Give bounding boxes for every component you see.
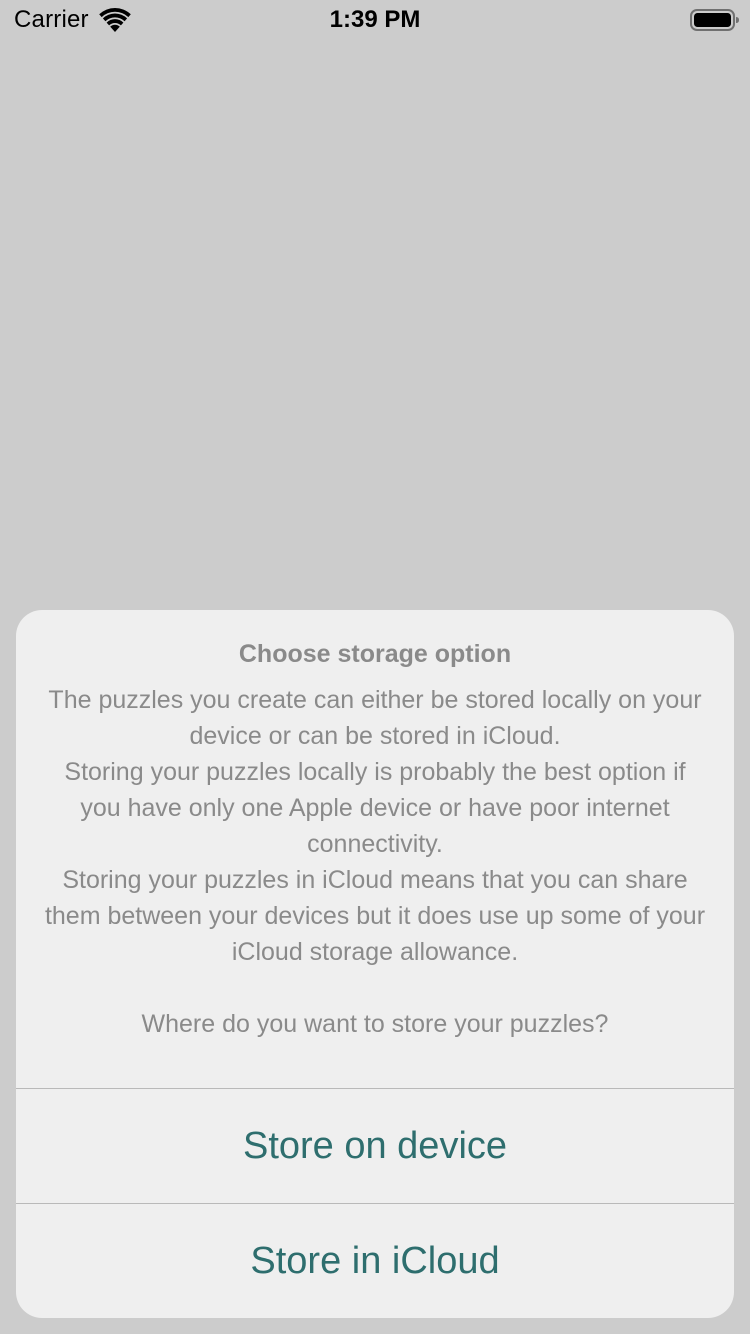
action-sheet-header: Choose storage option The puzzles you cr… (16, 610, 734, 1088)
store-on-device-button[interactable]: Store on device (16, 1089, 734, 1203)
status-time: 1:39 PM (329, 6, 421, 33)
action-sheet-title: Choose storage option (238, 640, 512, 668)
status-bar: Carrier 1:39 PM (0, 0, 750, 40)
battery-full-icon (690, 9, 739, 31)
action-sheet-message: The puzzles you create can either be sto… (44, 686, 706, 1038)
storage-option-action-sheet: Choose storage option The puzzles you cr… (16, 610, 734, 1318)
store-in-icloud-button[interactable]: Store in iCloud (16, 1204, 734, 1318)
